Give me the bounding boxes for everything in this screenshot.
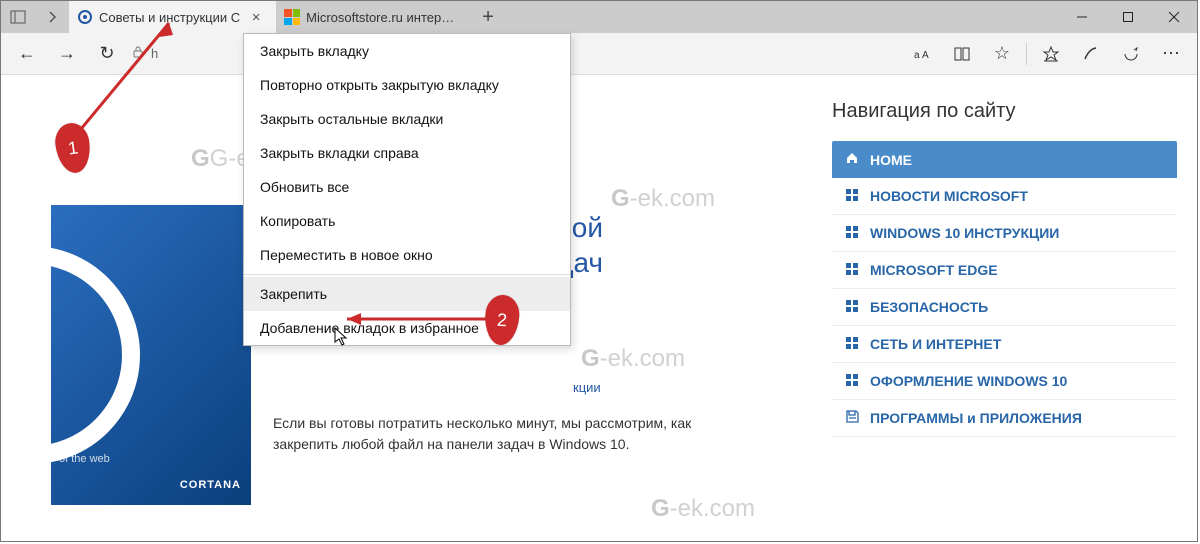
maximize-button[interactable] bbox=[1105, 1, 1151, 33]
context-menu-item[interactable]: Обновить все bbox=[244, 170, 570, 204]
save-icon bbox=[844, 410, 860, 426]
sidebar-item-label: WINDOWS 10 ИНСТРУКЦИИ bbox=[870, 225, 1059, 241]
share-icon[interactable] bbox=[1111, 34, 1151, 74]
breadcrumb[interactable]: кции bbox=[273, 380, 601, 395]
ms-favicon bbox=[284, 9, 300, 25]
tiles-icon bbox=[844, 337, 860, 352]
tiles-icon bbox=[844, 226, 860, 241]
tab-active[interactable]: Советы и инструкции С × bbox=[69, 1, 276, 33]
titlebar: Советы и инструкции С × Microsoftstore.r… bbox=[1, 1, 1197, 33]
minimize-button[interactable] bbox=[1059, 1, 1105, 33]
site-navigation: Навигация по сайту HOME НОВОСТИ MICROSOFT… bbox=[832, 100, 1177, 437]
sidebar-item-label: СЕТЬ И ИНТЕРНЕТ bbox=[870, 336, 1001, 352]
tab-inactive[interactable]: Microsoftstore.ru интернет bbox=[276, 1, 471, 33]
tiles-icon bbox=[844, 263, 860, 278]
close-tab-button[interactable]: × bbox=[246, 9, 266, 26]
page-content: GG-ek.com G-ek.com G-ek.com G-ek.com of … bbox=[1, 75, 1197, 541]
more-button[interactable]: ⋯ bbox=[1151, 34, 1191, 74]
tiles-icon bbox=[844, 374, 860, 389]
cursor-icon bbox=[334, 327, 350, 352]
browser-window: Советы и инструкции С × Microsoftstore.r… bbox=[0, 0, 1198, 542]
tab-title: Советы и инструкции С bbox=[99, 10, 240, 25]
sidebar-item-label: MICROSOFT EDGE bbox=[870, 262, 998, 278]
context-menu-item[interactable]: Повторно открыть закрытую вкладку bbox=[244, 68, 570, 102]
sidebar-title: Навигация по сайту bbox=[832, 100, 1177, 123]
notes-icon[interactable] bbox=[1071, 34, 1111, 74]
sidebar-item[interactable]: ПРОГРАММЫ и ПРИЛОЖЕНИЯ bbox=[832, 400, 1177, 437]
sidebar-item-label: ОФОРМЛЕНИЕ WINDOWS 10 bbox=[870, 373, 1067, 389]
sidebar-item-label: БЕЗОПАСНОСТЬ bbox=[870, 299, 988, 315]
context-menu-item[interactable]: Переместить в новое окно bbox=[244, 238, 570, 272]
sidebar-item[interactable]: СЕТЬ И ИНТЕРНЕТ bbox=[832, 326, 1177, 363]
toolbar: ← → ↻ h аA ☆ ⋯ bbox=[1, 33, 1197, 75]
article-thumbnail: of the web CORTANA bbox=[51, 205, 251, 505]
sidebar-item-label: HOME bbox=[870, 152, 912, 168]
new-tab-button[interactable]: + bbox=[471, 1, 505, 33]
home-icon bbox=[844, 151, 860, 168]
sidebar-item[interactable]: БЕЗОПАСНОСТЬ bbox=[832, 289, 1177, 326]
sidebar-item[interactable]: ОФОРМЛЕНИЕ WINDOWS 10 bbox=[832, 363, 1177, 400]
favorite-star-icon[interactable]: ☆ bbox=[982, 34, 1022, 74]
article-paragraph: Если вы готовы потратить несколько минут… bbox=[273, 413, 733, 455]
watermark: G-ek.com bbox=[651, 495, 755, 523]
favorites-hub-icon[interactable] bbox=[1031, 34, 1071, 74]
lock-icon bbox=[131, 45, 145, 62]
watermark: G-ek.com bbox=[581, 345, 685, 373]
watermark: G-ek.com bbox=[611, 185, 715, 213]
sidebar-item[interactable]: НОВОСТИ MICROSOFT bbox=[832, 178, 1177, 215]
context-menu-item[interactable]: Закрыть вкладки справа bbox=[244, 136, 570, 170]
refresh-button[interactable]: ↻ bbox=[87, 34, 127, 74]
thumbnail-brand: CORTANA bbox=[180, 479, 241, 491]
reading-view-icon[interactable] bbox=[942, 34, 982, 74]
set-tabs-aside-button[interactable] bbox=[1, 1, 35, 33]
context-menu-item[interactable]: Добавление вкладок в избранное bbox=[244, 311, 570, 345]
tiles-icon bbox=[844, 189, 860, 204]
forward-button[interactable]: → bbox=[47, 34, 87, 74]
context-menu-item[interactable]: Закрепить bbox=[244, 277, 570, 311]
close-window-button[interactable] bbox=[1151, 1, 1197, 33]
tab-title: Microsoftstore.ru интернет bbox=[306, 10, 461, 25]
context-menu-item[interactable]: Копировать bbox=[244, 204, 570, 238]
svg-text:A: A bbox=[922, 50, 929, 61]
site-favicon bbox=[77, 9, 93, 25]
tab-context-menu: Закрыть вкладкуПовторно открыть закрытую… bbox=[243, 33, 571, 346]
sidebar-item[interactable]: HOME bbox=[832, 141, 1177, 178]
sidebar-item-label: НОВОСТИ MICROSOFT bbox=[870, 188, 1028, 204]
context-menu-item[interactable]: Закрыть остальные вкладки bbox=[244, 102, 570, 136]
tiles-icon bbox=[844, 300, 860, 315]
context-menu-item[interactable]: Закрыть вкладку bbox=[244, 34, 570, 68]
svg-text:а: а bbox=[914, 50, 920, 61]
address-text: h bbox=[151, 46, 158, 61]
back-button[interactable]: ← bbox=[7, 34, 47, 74]
sidebar-item[interactable]: MICROSOFT EDGE bbox=[832, 252, 1177, 289]
thumbnail-caption: of the web bbox=[59, 453, 110, 465]
show-tabs-aside-button[interactable] bbox=[35, 1, 69, 33]
sidebar-item-label: ПРОГРАММЫ и ПРИЛОЖЕНИЯ bbox=[870, 410, 1082, 426]
sidebar-item[interactable]: WINDOWS 10 ИНСТРУКЦИИ bbox=[832, 215, 1177, 252]
translate-icon[interactable]: аA bbox=[902, 34, 942, 74]
